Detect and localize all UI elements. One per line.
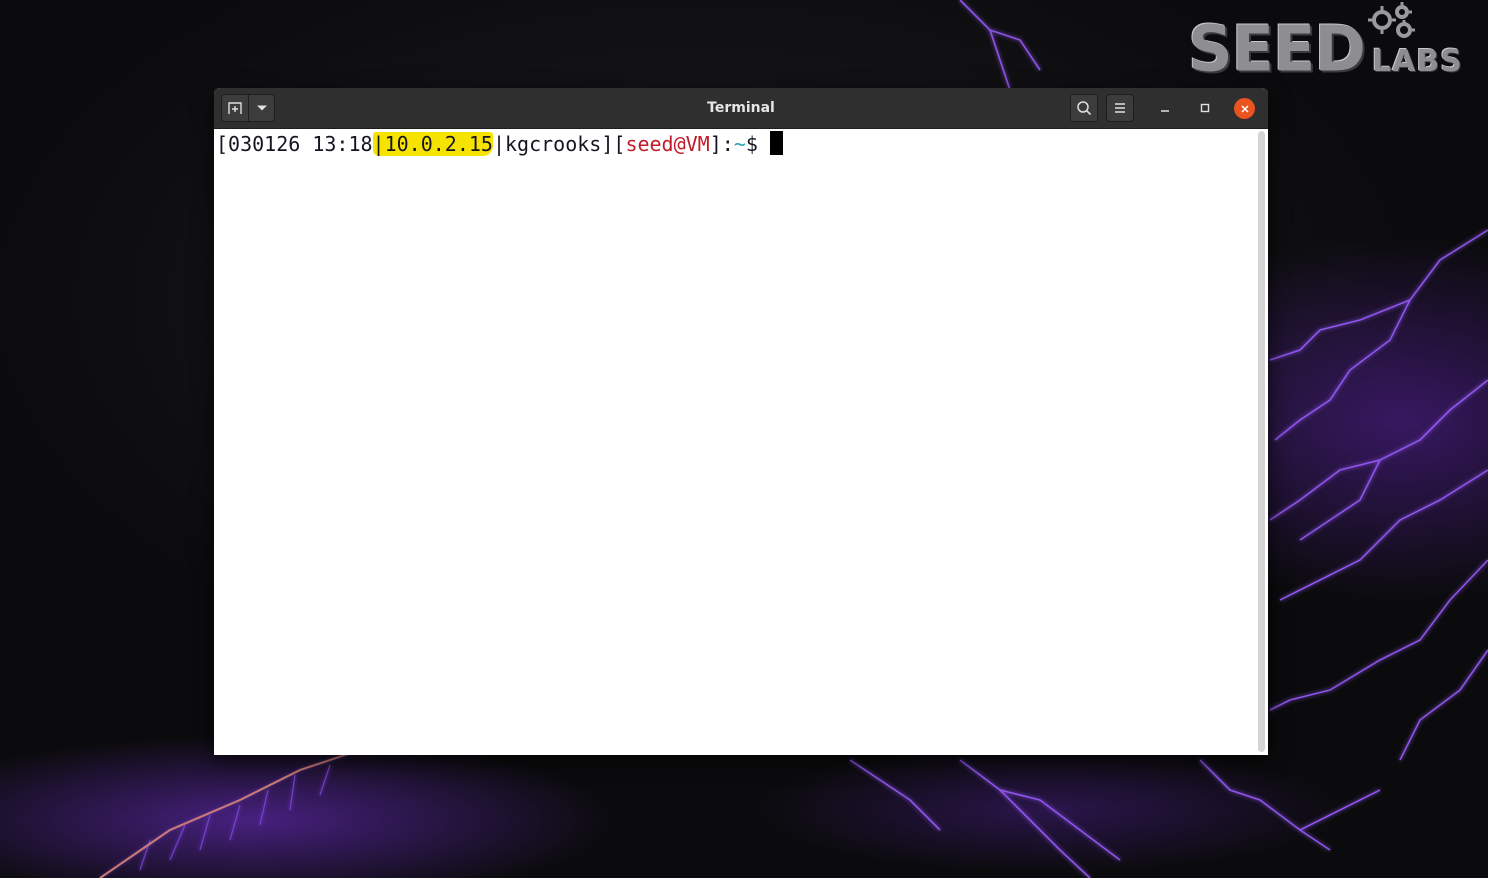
close-button[interactable] [1234, 98, 1255, 119]
maximize-button[interactable] [1194, 97, 1216, 119]
scrollbar[interactable] [1258, 131, 1265, 752]
highlighted-ip-segment: |10.0.2.15 [372, 132, 493, 156]
title-bar[interactable]: Terminal [214, 88, 1268, 129]
prompt-bracket-mid: ][ [601, 132, 626, 156]
prompt-bracket-colon: ]: [709, 132, 734, 156]
prompt-ip-address: 10.0.2.15 [384, 132, 493, 156]
hamburger-menu-button[interactable] [1106, 94, 1134, 122]
logo-seed-text: SEED [1188, 11, 1366, 86]
close-icon [1240, 104, 1249, 113]
search-button[interactable] [1070, 94, 1098, 122]
prompt-path: ~ [733, 132, 746, 156]
minimize-icon [1161, 110, 1169, 112]
chevron-down-icon [256, 105, 267, 111]
logo-labs-text: LABS [1372, 44, 1463, 79]
prompt-user-host: seed@VM [625, 132, 710, 156]
new-tab-icon [228, 102, 242, 114]
tab-menu-button[interactable] [248, 94, 275, 122]
prompt-separator: | [372, 132, 385, 156]
gears-icon [1368, 2, 1415, 38]
desktop: SEED LABS Terminal [030126 13:18|10.0.2.… [0, 0, 1488, 878]
text-cursor [769, 131, 783, 155]
hamburger-menu-icon [1115, 103, 1125, 113]
prompt-open-bracket: [ [216, 132, 229, 156]
prompt-symbol: $ [745, 132, 758, 156]
shell-prompt: [030126 13:18|10.0.2.15|kgcrooks][seed@V… [216, 130, 783, 158]
terminal-window[interactable]: Terminal [030126 13:18|10.0.2.15|kgcrook… [214, 88, 1268, 755]
prompt-user-label: kgcrooks [505, 132, 602, 156]
search-icon [1077, 101, 1092, 116]
minimize-button[interactable] [1154, 97, 1176, 119]
seedlabs-logo: SEED LABS [1186, 0, 1478, 88]
new-tab-button[interactable] [221, 94, 249, 122]
maximize-icon [1200, 103, 1210, 113]
terminal-output-area[interactable]: [030126 13:18|10.0.2.15|kgcrooks][seed@V… [214, 129, 1268, 755]
prompt-date: 030126 13:18 [228, 132, 373, 156]
prompt-separator: | [492, 132, 506, 156]
